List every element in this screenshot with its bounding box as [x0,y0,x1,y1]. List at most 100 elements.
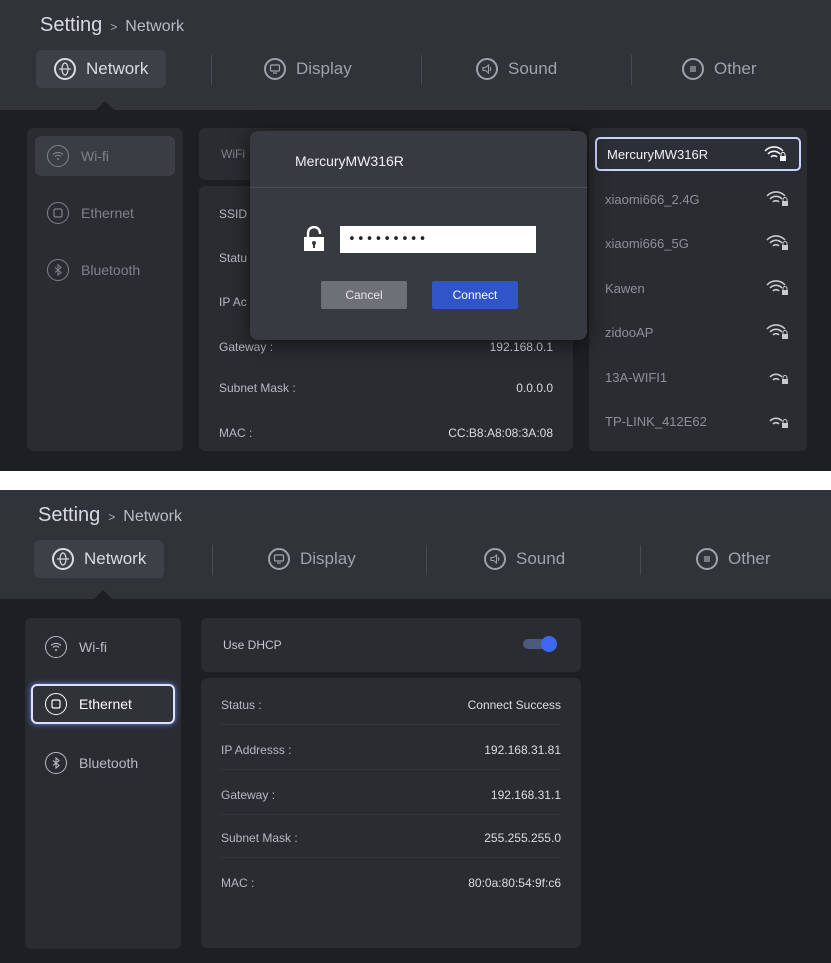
menu-icon [696,548,718,570]
row-divider [221,814,561,815]
info-row-subnet: Subnet Mask : 0.0.0.0 [219,381,553,395]
tab-network[interactable]: Network [34,540,165,578]
breadcrumb-separator: > [108,510,116,524]
breadcrumb-root[interactable]: Setting [40,14,102,37]
ethernet-icon [45,693,67,715]
network-name: 13A-WIFI1 [605,369,668,385]
dhcp-toggle[interactable] [523,636,557,652]
wifi-locked-icon [765,234,789,252]
settings-header: Setting > Network Network Display Sound … [0,0,831,110]
tab-divider [421,55,422,85]
tab-display[interactable]: Display [250,540,374,578]
wifi-card-label: WiFi [221,147,245,161]
info-row-gateway: Gateway : 192.168.31.1 [221,788,561,802]
speaker-icon [484,548,506,570]
tab-label: Other [714,59,757,78]
info-label: IP Ac [219,295,247,309]
tab-other[interactable]: Other [664,50,775,88]
wifi-icon [45,636,67,658]
info-label: IP Addresss : [221,743,292,757]
bluetooth-icon [47,259,69,281]
active-tab-pointer [94,590,112,599]
info-value: 192.168.31.81 [484,743,561,757]
ethernet-info-card: Status : Connect Success IP Addresss : 1… [201,678,581,948]
ethernet-settings-screen: Setting > Network Network Display Sound … [0,490,831,963]
row-divider [221,857,561,858]
tab-divider [640,545,641,575]
settings-header: Setting > Network Network Display Sound … [0,490,831,599]
wifi-network-item[interactable]: MercuryMW316R [595,137,801,171]
dhcp-card[interactable]: Use DHCP [201,618,581,672]
wifi-network-item[interactable]: xiaomi666_2.4G [595,182,801,216]
tab-display[interactable]: Display [246,50,370,88]
info-value: CC:B8:A8:08:3A:08 [448,426,553,440]
display-icon [264,58,286,80]
wifi-network-item[interactable]: 13A-WIFI1 [595,360,801,394]
info-label: SSID [219,207,248,221]
breadcrumb-root[interactable]: Setting [38,504,100,527]
sidebar-item-wifi[interactable]: Wi-fi [35,136,175,176]
tab-label: Sound [508,59,558,78]
network-name: xiaomi666_5G [605,235,689,251]
sidebar-item-label: Ethernet [81,205,134,221]
info-value: 192.168.0.1 [489,340,553,354]
row-divider [221,724,561,725]
tab-network[interactable]: Network [36,50,167,88]
lock-icon [302,225,326,252]
cancel-button[interactable]: Cancel [321,281,407,309]
sidebar-item-bluetooth[interactable]: Bluetooth [33,743,173,783]
tab-label: Network [84,549,147,568]
sidebar-item-ethernet[interactable]: Ethernet [35,193,175,233]
info-row-gateway: Gateway : 192.168.0.1 [219,340,553,354]
info-label: MAC : [219,426,253,440]
breadcrumb-separator: > [110,20,118,34]
info-value: Connect Success [467,698,561,712]
info-label: Statu [219,251,248,265]
network-name: Kawen [605,280,645,296]
wifi-network-item[interactable]: zidooAP [595,315,801,349]
info-label: Gateway : [219,340,274,354]
info-row-mac: MAC : 80:0a:80:54:9f:c6 [221,876,561,890]
network-name: TP-LINK_412E62 [605,413,707,429]
wifi-network-item[interactable]: TP-LINK_412E62 [595,404,801,438]
tab-other[interactable]: Other [678,540,789,578]
wifi-password-dialog: MercuryMW316R ••••••••• Cancel Connect [250,131,587,340]
password-input[interactable]: ••••••••• [340,226,536,253]
wifi-icon [47,145,69,167]
speaker-icon [476,58,498,80]
info-value: 80:0a:80:54:9f:c6 [468,876,561,890]
connect-button[interactable]: Connect [432,281,518,309]
network-sidebar: Wi-fi Ethernet Bluetooth [25,618,181,949]
wifi-network-item[interactable]: xiaomi666_5G [595,226,801,260]
globe-icon [54,58,76,80]
sidebar-item-ethernet[interactable]: Ethernet [31,684,175,724]
bluetooth-icon [45,752,67,774]
info-row-subnet: Subnet Mask : 255.255.255.0 [221,831,561,845]
breadcrumb: Setting > Network [40,14,184,37]
row-divider [221,769,561,770]
globe-icon [52,548,74,570]
info-label: Status : [221,698,262,712]
wifi-locked-icon [765,323,789,341]
info-label: MAC : [221,876,255,890]
tab-divider [426,545,427,575]
dhcp-label: Use DHCP [223,638,282,652]
dialog-title: MercuryMW316R [295,153,404,169]
tab-label: Network [86,59,149,78]
info-value: 0.0.0.0 [516,381,553,395]
wifi-settings-screen: Setting > Network Network Display Sound … [0,0,831,471]
wifi-network-item[interactable]: Kawen [595,271,801,305]
info-row-mac: MAC : CC:B8:A8:08:3A:08 [219,426,553,440]
network-name: zidooAP [605,324,654,340]
tab-sound[interactable]: Sound [466,540,583,578]
info-label: Gateway : [221,788,276,802]
sidebar-item-bluetooth[interactable]: Bluetooth [35,250,175,290]
info-row-status: Status : Connect Success [221,698,561,712]
dialog-divider [250,187,587,188]
tab-divider [211,55,212,85]
sidebar-item-label: Wi-fi [81,148,109,164]
tab-label: Display [296,59,352,78]
wifi-locked-icon [765,279,789,297]
tab-sound[interactable]: Sound [458,50,575,88]
sidebar-item-wifi[interactable]: Wi-fi [33,627,173,667]
